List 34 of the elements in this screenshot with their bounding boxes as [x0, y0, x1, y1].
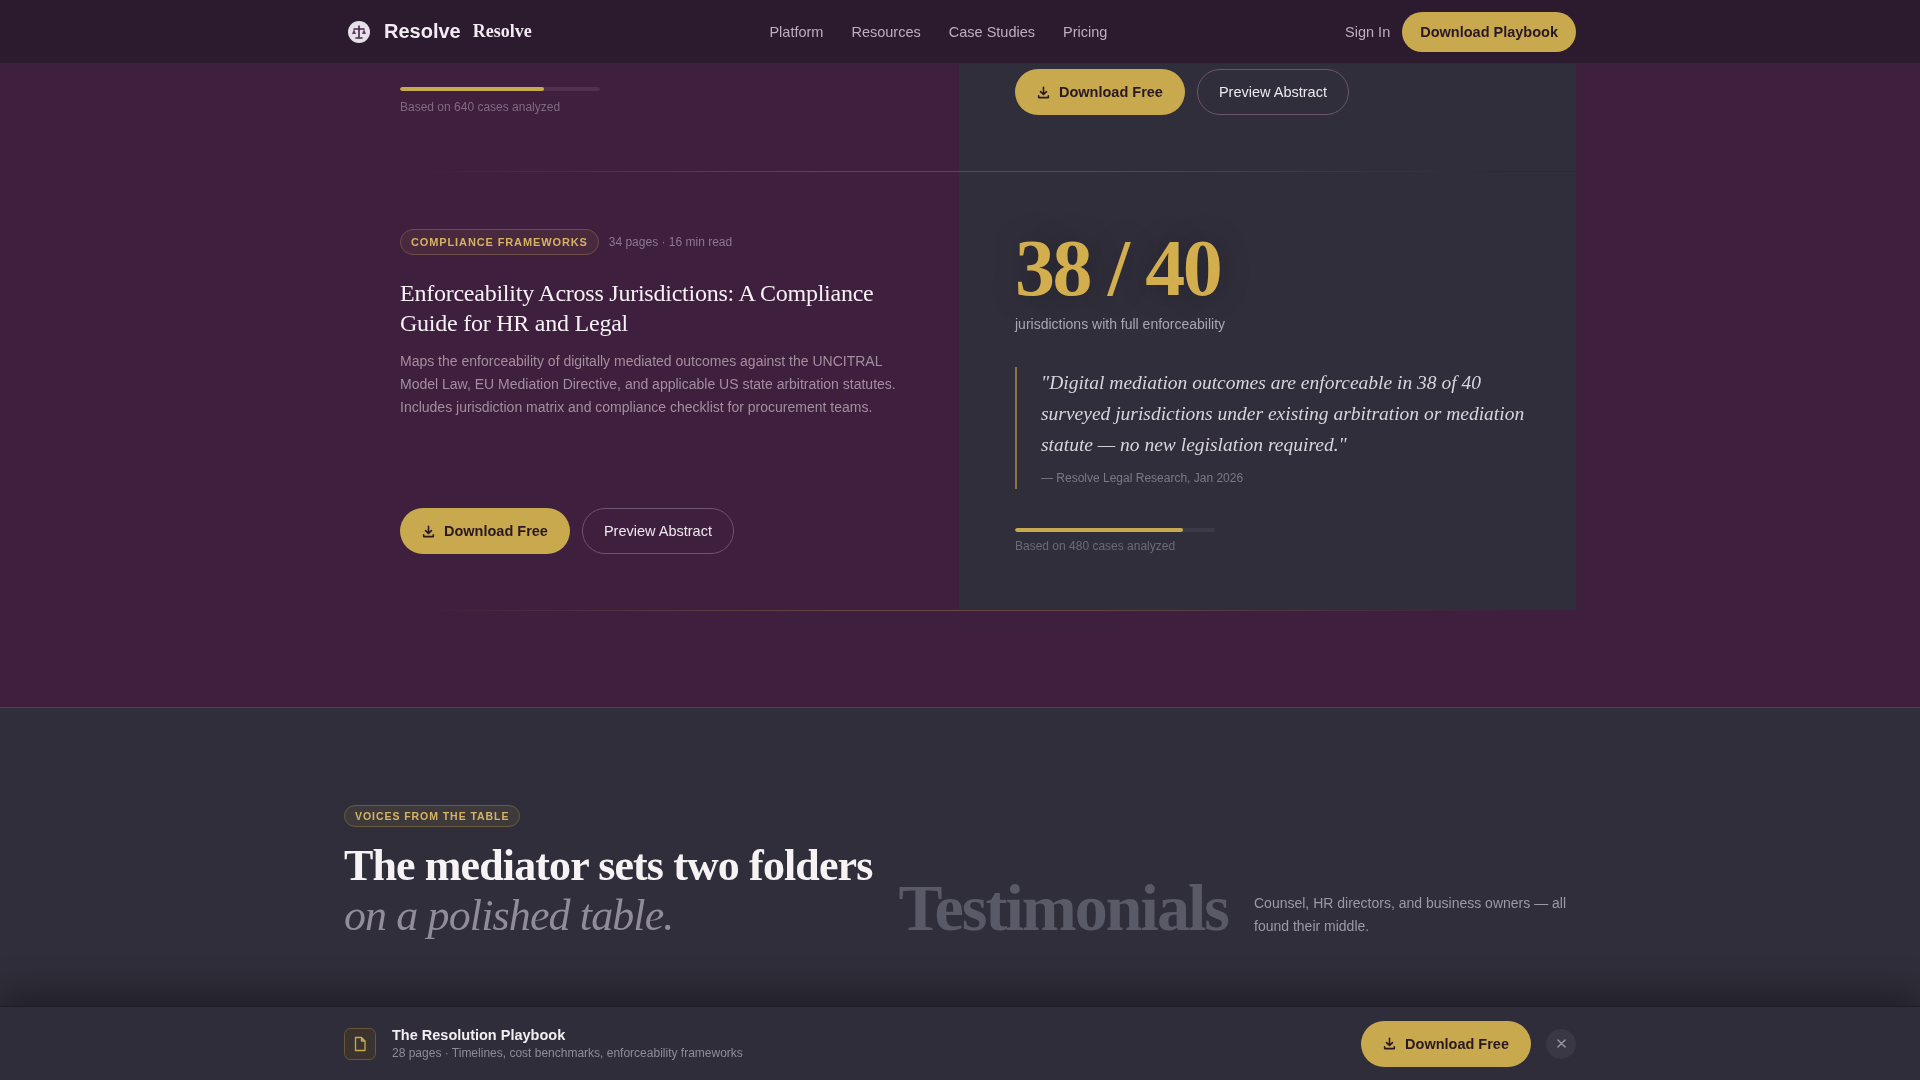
brand-name[interactable]: Resolve	[384, 20, 461, 43]
scales-logo-icon[interactable]	[348, 20, 370, 43]
download-icon	[1383, 1037, 1397, 1050]
sign-in-link[interactable]: Sign In	[1345, 23, 1391, 40]
resource-summary: Maps the enforceability of digitally mediated outcomes against the UNCITRAL Model Law, EU Mediation Directive, and applicable US state arbitration statutes. Includes jurisdiction matrix and compliance checklist for procurement teams.	[400, 352, 897, 417]
nav-link[interactable]: Platform	[769, 23, 824, 40]
close-icon	[1556, 1039, 1566, 1048]
nav-link[interactable]: Case Studies	[948, 23, 1035, 40]
heading-accent: on a polished table.	[344, 891, 674, 941]
download-button[interactable]: Download Free	[1361, 1020, 1531, 1067]
nav-link[interactable]: Resources	[851, 23, 921, 40]
stat-figure: 38 / 40	[1015, 228, 1221, 308]
sample-note: Based on 640 cases analyzed	[400, 99, 561, 115]
nav-link[interactable]: Pricing	[1063, 23, 1108, 40]
section-eyebrow: VOICES FROM THE TABLE	[344, 805, 521, 827]
quote-text: "Digital mediation outcomes are enforceable in 38 of 40 surveyed jurisdictions under existing arbitration or mediation statute — no new legislation required."	[1041, 371, 1526, 457]
section-heading: The mediator sets two folders	[344, 841, 873, 891]
download-icon	[1037, 85, 1050, 99]
download-icon	[422, 524, 435, 538]
category-tag: COMPLIANCE FRAMEWORKS	[400, 229, 599, 255]
document-icon	[344, 1027, 376, 1060]
sample-note: Based on 480 cases analyzed	[1015, 538, 1176, 554]
download-playbook-button[interactable]: Download Playbook	[1402, 11, 1576, 52]
quote-source: — Resolve Legal Research, Jan 2026	[1041, 470, 1245, 486]
stat-caption: jurisdictions with full enforceability	[1015, 315, 1226, 334]
playbook-title: The Resolution Playbook	[392, 1026, 567, 1044]
reading-meta: 34 pages · 16 min read	[608, 235, 733, 249]
resource-title: Enforceability Across Jurisdictions: A Compliance Guide for HR and Legal	[400, 279, 875, 338]
download-button[interactable]: Download Free	[400, 508, 570, 554]
playbook-details: 28 pages · Timelines, cost benchmarks, enforceability frameworks	[392, 1045, 744, 1061]
brand-wordmark: Resolve	[472, 21, 532, 42]
close-button[interactable]	[1546, 1028, 1576, 1059]
download-button[interactable]: Download Free	[1015, 69, 1185, 115]
section-intro: Counsel, HR directors, and business owners — all found their middle.	[1254, 894, 1568, 936]
